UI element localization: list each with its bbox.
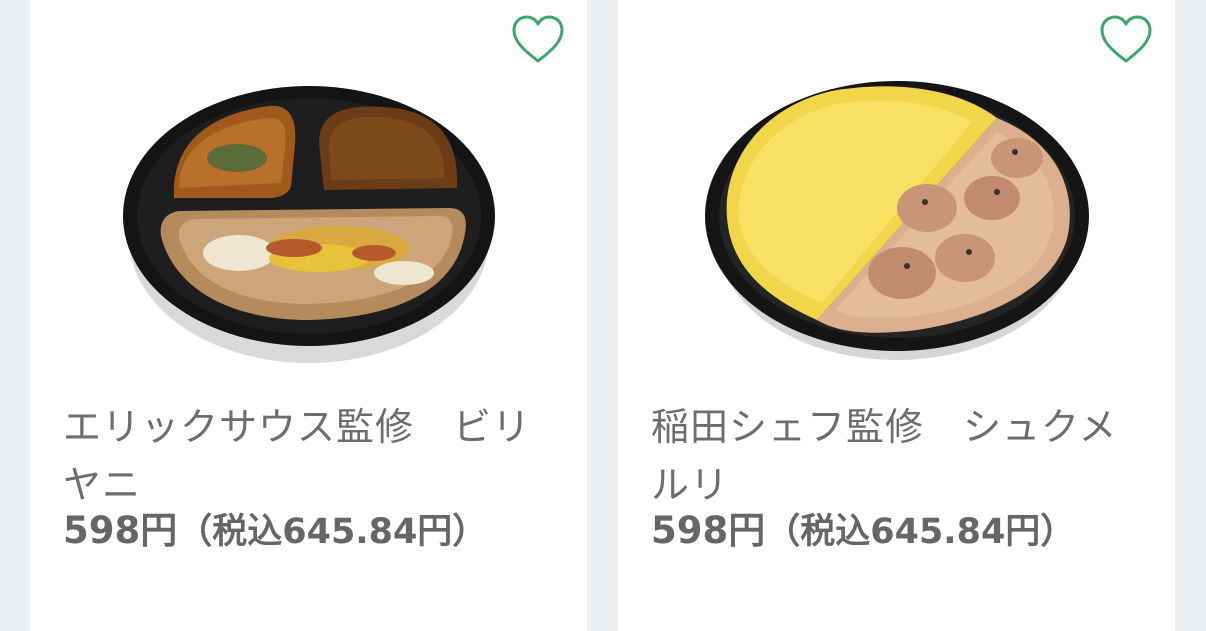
product-image[interactable] <box>618 48 1175 370</box>
price-value: 598円 <box>63 509 178 552</box>
price-tax-included: （税込645.84円） <box>177 512 488 552</box>
product-grid: エリックサウス監修 ビリヤニ 598円（税込645.84円） 稲田シェフ監修 シ… <box>0 0 1206 631</box>
price-tax-included: （税込645.84円） <box>765 512 1076 552</box>
product-price: 598円（税込645.84円） <box>651 506 1075 557</box>
shkmeruli-bowl-image <box>704 81 1089 360</box>
product-card[interactable]: エリックサウス監修 ビリヤニ 598円（税込645.84円） <box>30 0 587 631</box>
product-image[interactable] <box>30 48 587 370</box>
product-name[interactable]: 稲田シェフ監修 シュクメルリ <box>651 398 1141 514</box>
product-card[interactable]: 稲田シェフ監修 シュクメルリ 598円（税込645.84円） <box>618 0 1175 631</box>
product-price: 598円（税込645.84円） <box>63 506 487 557</box>
price-value: 598円 <box>651 509 766 552</box>
product-name[interactable]: エリックサウス監修 ビリヤニ <box>63 398 553 514</box>
biryani-bowl-image <box>122 86 495 363</box>
